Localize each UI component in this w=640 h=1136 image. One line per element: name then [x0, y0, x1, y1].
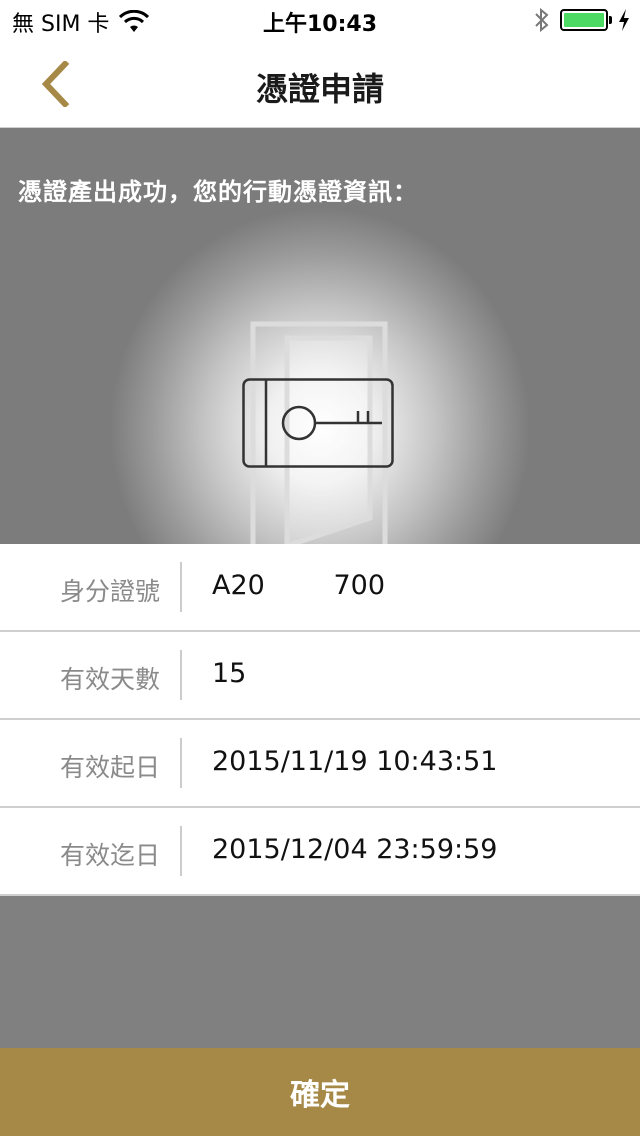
info-label: 有效迄日	[59, 841, 160, 870]
info-row-valid-days: 有效天數 15	[0, 632, 640, 720]
status-right	[534, 7, 630, 33]
info-row-start-date: 有效起日 2015/11/19 10:43:51	[0, 720, 640, 808]
divider	[180, 650, 182, 700]
info-label: 身分證號	[59, 577, 160, 606]
status-bar: 無 SIM 卡 上午10:43	[0, 0, 640, 40]
info-row-id-number: 身分證號 A20 700	[0, 544, 640, 632]
page-title: 憑證申請	[255, 70, 384, 108]
certificate-info-list: 身分證號 A20 700 有效天數 15 有效起日 2015/11/19 10:…	[0, 544, 640, 896]
info-label: 有效天數	[59, 665, 160, 694]
charging-icon	[619, 9, 629, 31]
info-value: 2015/12/04 23:59:59	[212, 834, 498, 865]
key-card-icon	[242, 378, 394, 468]
bluetooth-icon	[535, 7, 549, 33]
hero-banner: 憑證產出成功，您的行動憑證資訊：	[0, 128, 640, 544]
info-label: 有效起日	[59, 753, 160, 782]
battery-icon	[560, 9, 612, 31]
info-value: A20 700	[212, 570, 386, 601]
info-row-end-date: 有效迄日 2015/12/04 23:59:59	[0, 808, 640, 896]
battery-level-fill	[564, 13, 604, 27]
divider	[180, 738, 182, 788]
divider	[180, 826, 182, 876]
confirm-button[interactable]: 確定	[0, 1048, 640, 1136]
info-value: 15	[212, 658, 247, 689]
nav-bar: 憑證申請	[0, 40, 640, 128]
success-message: 憑證產出成功，您的行動憑證資訊：	[18, 178, 418, 206]
info-value: 2015/11/19 10:43:51	[212, 746, 498, 777]
divider	[180, 562, 182, 612]
